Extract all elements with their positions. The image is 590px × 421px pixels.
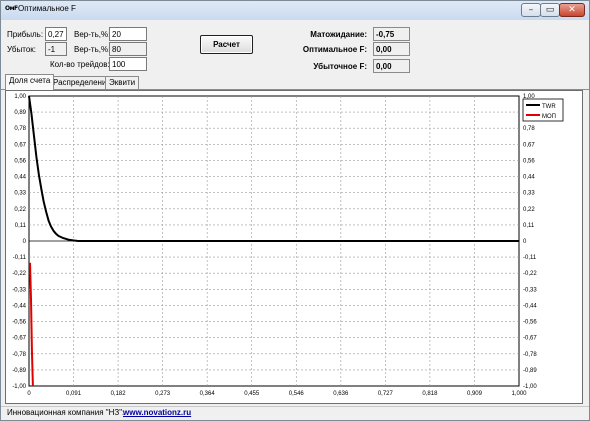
expectation-label: Матожидание: <box>310 30 367 39</box>
y-tick-label-left: 0,67 <box>14 142 26 148</box>
y-tick-label-right: 0,78 <box>523 126 535 132</box>
x-tick-label: 0,182 <box>111 391 127 397</box>
y-tick-label-left: -0,78 <box>12 352 26 358</box>
y-tick-label-left: 1,00 <box>14 94 26 100</box>
y-tick-label-right: 0,67 <box>523 142 535 148</box>
x-tick-label: 0,273 <box>155 391 171 397</box>
y-tick-label-left: -0,33 <box>12 287 26 293</box>
app-icon: ОмF <box>5 5 18 12</box>
y-tick-label-right: 0,33 <box>523 191 535 197</box>
y-tick-label-right: -0,67 <box>523 336 537 342</box>
loss-f-label: Убыточное F: <box>313 62 367 71</box>
app-window: ОмF Оптимальное F – ▭ ✕ Прибыль: 0,27 Уб… <box>0 0 590 421</box>
y-tick-label-left: 0,11 <box>15 223 27 229</box>
y-tick-label-left: 0,89 <box>14 110 26 116</box>
y-tick-label-right: -0,78 <box>523 352 537 358</box>
y-tick-label-right: 0,11 <box>523 223 535 229</box>
x-tick-label: 0,091 <box>66 391 82 397</box>
close-button[interactable]: ✕ <box>559 3 585 17</box>
y-tick-label-right: -0,44 <box>523 303 537 309</box>
y-tick-label-right: 0,56 <box>523 158 535 164</box>
x-tick-label: 0,364 <box>200 391 216 397</box>
legend-label: TWR <box>542 104 556 110</box>
y-tick-label-right: -0,56 <box>523 320 537 326</box>
trades-input[interactable]: 100 <box>109 57 147 71</box>
optimal-f-label: Оптимальное F: <box>302 45 367 54</box>
y-tick-label-right: -1,00 <box>523 384 537 390</box>
y-tick-label-left: -0,22 <box>12 271 26 277</box>
profit-input[interactable]: 0,27 <box>45 27 67 41</box>
calculate-button[interactable]: Расчет <box>200 35 253 54</box>
loss-input[interactable]: -1 <box>45 42 67 56</box>
chart-svg: 1,001,000,890,890,780,780,670,670,560,56… <box>12 94 564 397</box>
trades-label: Кол-во трейдов: <box>50 60 110 69</box>
x-tick-label: 0,636 <box>333 391 349 397</box>
loss-f-value: 0,00 <box>373 59 410 73</box>
y-tick-label-right: 0,44 <box>523 175 535 181</box>
y-tick-label-right: 0,22 <box>523 207 535 213</box>
website-link[interactable]: www.novationz.ru <box>123 408 191 417</box>
window-title: Оптимальное F <box>18 4 76 13</box>
y-tick-label-left: -0,44 <box>12 303 26 309</box>
y-tick-label-left: -0,56 <box>12 320 26 326</box>
loss-label: Убыток: <box>7 45 36 54</box>
tab-account-share[interactable]: Доля счета <box>5 74 55 90</box>
x-tick-label: 0,455 <box>244 391 260 397</box>
y-tick-label-right: -0,89 <box>523 368 537 374</box>
legend-label: МОП <box>542 114 556 120</box>
optimal-f-value: 0,00 <box>373 42 410 56</box>
chart-panel: 1,001,000,890,890,780,780,670,670,560,56… <box>5 90 583 404</box>
y-tick-label-left: -0,67 <box>12 336 26 342</box>
y-tick-label-left: -0,89 <box>12 368 26 374</box>
expectation-value: -0,75 <box>373 27 410 41</box>
y-tick-label-left: 0 <box>23 239 27 245</box>
y-tick-label-left: 0,56 <box>14 158 26 164</box>
x-tick-label: 0,909 <box>467 391 483 397</box>
y-tick-label-right: -0,33 <box>523 287 537 293</box>
minimize-button[interactable]: – <box>521 3 541 17</box>
maximize-button[interactable]: ▭ <box>540 3 560 17</box>
tab-equity[interactable]: Эквити <box>105 76 140 89</box>
y-tick-label-left: 0,44 <box>14 175 26 181</box>
y-tick-label-right: -0,22 <box>523 271 537 277</box>
title-bar[interactable]: ОмF Оптимальное F – ▭ ✕ <box>1 1 589 20</box>
prob1-input[interactable]: 20 <box>109 27 147 41</box>
y-tick-label-left: 0,22 <box>14 207 26 213</box>
x-tick-label: 1,000 <box>511 391 527 397</box>
x-tick-label: 0 <box>27 391 31 397</box>
prob2-input[interactable]: 80 <box>109 42 147 56</box>
y-tick-label-left: 0,78 <box>14 126 26 132</box>
y-tick-label-right: 0 <box>523 239 527 245</box>
x-tick-label: 0,727 <box>378 391 394 397</box>
profit-label: Прибыль: <box>7 30 44 39</box>
y-tick-label-left: -1,00 <box>12 384 26 390</box>
x-tick-label: 0,818 <box>422 391 438 397</box>
company-label: Инновационная компания "НЗ": <box>7 408 125 417</box>
y-tick-label-left: 0,33 <box>14 191 26 197</box>
y-tick-label-left: -0,11 <box>13 255 27 261</box>
y-tick-label-right: -0,11 <box>523 255 537 261</box>
status-bar: Инновационная компания "НЗ": www.novatio… <box>1 406 589 420</box>
x-tick-label: 0,546 <box>289 391 305 397</box>
prob2-label: Вер-ть,%: <box>74 45 111 54</box>
prob1-label: Вер-ть,%: <box>74 30 111 39</box>
